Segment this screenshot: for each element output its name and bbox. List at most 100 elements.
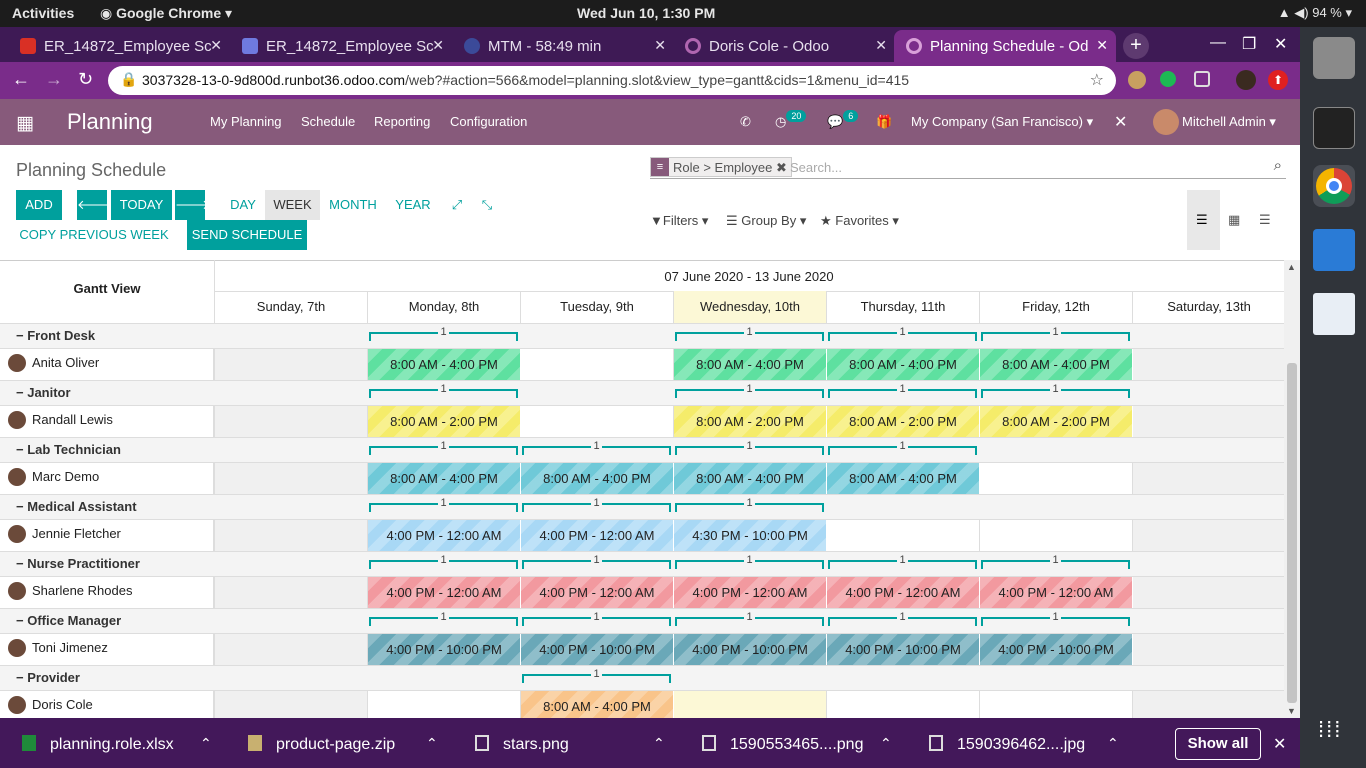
activity-button[interactable]: ◷ 20 <box>775 110 807 130</box>
chevron-up-icon[interactable]: ⌃ <box>426 735 438 752</box>
maximize-icon[interactable]: ❐ <box>1242 34 1256 54</box>
year-button[interactable]: YEAR <box>390 190 436 220</box>
shift-pill[interactable]: 4:00 PM - 12:00 AM <box>521 577 674 609</box>
shift-pill[interactable]: 4:00 PM - 12:00 AM <box>521 520 674 552</box>
shift-pill[interactable]: 8:00 AM - 4:00 PM <box>674 463 827 495</box>
system-tray[interactable]: ▲ ◀) 94 % ▾ <box>1278 5 1352 21</box>
app-grid-icon[interactable]: ⁞⁞⁞ <box>1318 717 1342 743</box>
list-view-icon[interactable]: ☰ <box>1259 212 1271 228</box>
day-cell[interactable] <box>1132 634 1284 666</box>
shift-pill[interactable]: 8:00 AM - 4:00 PM <box>521 691 674 718</box>
day-cell[interactable] <box>1132 577 1284 609</box>
shift-pill[interactable]: 8:00 AM - 4:00 PM <box>368 349 521 381</box>
search-icon[interactable]: ⌕ <box>1274 157 1282 174</box>
close-icon[interactable]: ✕ <box>654 37 666 54</box>
download-item[interactable]: product-page.zip ⌃ <box>248 735 438 754</box>
download-item[interactable]: 1590396462....jpg ⌃ <box>929 735 1119 754</box>
day-cell[interactable] <box>979 520 1132 552</box>
day-cell[interactable] <box>367 691 520 718</box>
chevron-up-icon[interactable]: ⌃ <box>653 735 665 752</box>
writer-icon[interactable] <box>1313 293 1355 335</box>
close-icon[interactable]: ✕ <box>1096 37 1108 54</box>
back-icon[interactable]: ← <box>12 69 30 90</box>
browser-tab-5[interactable]: Planning Schedule - Od ✕ <box>894 30 1116 62</box>
day-cell[interactable] <box>214 634 367 666</box>
day-cell[interactable] <box>979 463 1132 495</box>
day-cell[interactable] <box>826 520 979 552</box>
month-button[interactable]: MONTH <box>325 190 381 220</box>
terminal-icon[interactable] <box>1313 107 1355 149</box>
clock[interactable]: Wed Jun 10, 1:30 PM <box>577 5 715 21</box>
shift-pill[interactable]: 4:30 PM - 10:00 PM <box>674 520 827 552</box>
scroll-up-icon[interactable]: ▲ <box>1287 262 1296 272</box>
search-bar[interactable]: ≡ Role > Employee ✖ Search... ⌕ <box>650 155 1286 179</box>
week-button[interactable]: WEEK <box>265 190 320 220</box>
profile-avatar[interactable] <box>1236 70 1256 90</box>
shift-pill[interactable]: 4:00 PM - 12:00 AM <box>368 520 521 552</box>
debug-tools-icon[interactable]: ✕ <box>1114 112 1127 132</box>
shift-pill[interactable]: 8:00 AM - 4:00 PM <box>980 349 1133 381</box>
prev-button[interactable]: 🡐 <box>77 190 112 220</box>
day-cell[interactable] <box>214 349 367 381</box>
reload-icon[interactable]: ↻ <box>78 69 93 90</box>
day-cell[interactable] <box>214 520 367 552</box>
app-brand[interactable]: Planning <box>67 109 153 135</box>
close-downloads-icon[interactable]: ✕ <box>1273 734 1286 754</box>
vertical-scrollbar[interactable]: ▲ ▼ <box>1284 260 1300 718</box>
scrollbar-thumb[interactable] <box>1287 363 1297 703</box>
chevron-up-icon[interactable]: ⌃ <box>200 735 212 752</box>
day-cell[interactable] <box>1132 520 1284 552</box>
day-button[interactable]: DAY <box>222 190 264 220</box>
remove-facet-icon[interactable]: ✖ <box>776 160 787 175</box>
browser-tab-1[interactable]: ER_14872_Employee Sc ✕ <box>8 30 230 62</box>
address-bar[interactable]: 🔒 3037328-13-0-9d800d.runbot36.odoo.com/… <box>108 66 1116 95</box>
day-cell[interactable] <box>673 691 826 718</box>
app-menu-icon[interactable]: ▦ <box>16 112 34 135</box>
send-schedule-button[interactable]: SEND SCHEDULE <box>187 220 307 250</box>
group-row[interactable]: − Provider 1 <box>0 665 1284 690</box>
bookmark-star-icon[interactable]: ☆ <box>1090 70 1104 90</box>
messages-button[interactable]: 💬 6 <box>827 110 859 130</box>
shift-pill[interactable]: 8:00 AM - 4:00 PM <box>827 349 980 381</box>
close-icon[interactable]: ✕ <box>210 37 222 54</box>
shift-pill[interactable]: 8:00 AM - 4:00 PM <box>368 463 521 495</box>
close-window-icon[interactable]: ✕ <box>1274 34 1287 54</box>
shift-pill[interactable]: 4:00 PM - 10:00 PM <box>368 634 521 666</box>
group-row[interactable]: − Medical Assistant 1 1 1 <box>0 494 1284 519</box>
minimize-icon[interactable]: — <box>1210 34 1226 52</box>
activities-button[interactable]: Activities <box>12 5 74 21</box>
day-cell[interactable] <box>214 691 367 718</box>
extension-icon[interactable] <box>1128 71 1146 89</box>
shift-pill[interactable]: 4:00 PM - 12:00 AM <box>827 577 980 609</box>
browser-tab-4[interactable]: Doris Cole - Odoo ✕ <box>673 30 895 62</box>
menu-configuration[interactable]: Configuration <box>450 114 527 129</box>
groupby-dropdown[interactable]: ☰ Group By ▾ <box>726 213 806 229</box>
shift-pill[interactable]: 4:00 PM - 12:00 AM <box>674 577 827 609</box>
browser-tab-2[interactable]: ER_14872_Employee Sc ✕ <box>230 30 452 62</box>
expand-icon[interactable]: ⤢ <box>445 190 469 220</box>
vscode-icon[interactable] <box>1313 229 1355 271</box>
new-tab-button[interactable]: + <box>1123 33 1149 59</box>
day-cell[interactable] <box>1132 463 1284 495</box>
copy-previous-week-button[interactable]: COPY PREVIOUS WEEK <box>16 220 172 250</box>
shift-pill[interactable]: 8:00 AM - 2:00 PM <box>368 406 521 438</box>
shift-pill[interactable]: 4:00 PM - 10:00 PM <box>980 634 1133 666</box>
group-row[interactable]: − Office Manager 1 1 1 1 1 <box>0 608 1284 633</box>
search-facet[interactable]: ≡ Role > Employee ✖ <box>650 157 792 177</box>
shift-pill[interactable]: 8:00 AM - 2:00 PM <box>980 406 1133 438</box>
next-button[interactable]: 🡒 <box>175 190 210 220</box>
show-all-button[interactable]: Show all <box>1175 728 1261 760</box>
close-icon[interactable]: ✕ <box>432 37 444 54</box>
favorites-dropdown[interactable]: ★ Favorites ▾ <box>820 213 899 229</box>
calendar-view-icon[interactable]: ▦ <box>1228 212 1240 228</box>
app-menu[interactable]: ◉ Google Chrome ▾ <box>100 5 232 22</box>
collapse-icon[interactable]: ⤡ <box>475 190 499 220</box>
day-cell[interactable] <box>520 406 673 438</box>
group-row[interactable]: − Nurse Practitioner 1 1 1 1 1 <box>0 551 1284 576</box>
chevron-up-icon[interactable]: ⌃ <box>1107 735 1119 752</box>
day-cell[interactable] <box>214 406 367 438</box>
search-input[interactable]: Search... <box>790 160 842 175</box>
group-row[interactable]: − Janitor 1 1 1 1 <box>0 380 1284 405</box>
chrome-icon[interactable] <box>1313 165 1355 207</box>
shift-pill[interactable]: 8:00 AM - 2:00 PM <box>674 406 827 438</box>
